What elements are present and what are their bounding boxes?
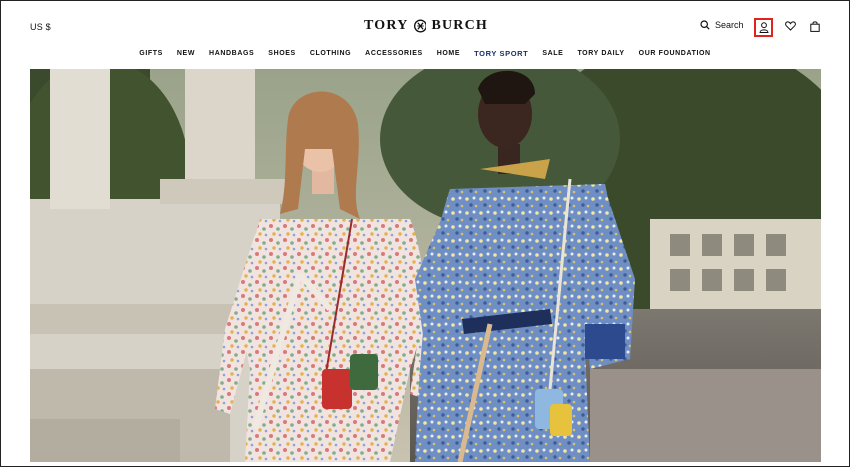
- nav-handbags[interactable]: HANDBAGS: [202, 48, 261, 64]
- nav-gifts[interactable]: GIFTS: [132, 48, 170, 64]
- tory-burch-logo-icon: [413, 19, 427, 33]
- nav-tory-sport[interactable]: TORY SPORT: [467, 48, 535, 64]
- nav-sale[interactable]: SALE: [535, 48, 570, 64]
- shopping-bag-icon: [810, 20, 820, 32]
- user-icon: [758, 22, 769, 33]
- wishlist-button[interactable]: [781, 17, 799, 35]
- nav-clothing[interactable]: CLOTHING: [303, 48, 358, 64]
- search-button[interactable]: Search: [700, 20, 744, 30]
- nav-tory-daily[interactable]: TORY DAILY: [570, 48, 631, 64]
- hero-image: [30, 69, 821, 462]
- account-button[interactable]: [754, 18, 773, 37]
- search-icon: [700, 20, 710, 30]
- nav-our-foundation[interactable]: OUR FOUNDATION: [632, 48, 718, 64]
- brand-wordmark-right: BURCH: [431, 18, 488, 33]
- shopping-bag-button[interactable]: [806, 17, 824, 35]
- search-label: Search: [715, 20, 744, 30]
- nav-home[interactable]: HOME: [430, 48, 467, 64]
- brand-logo[interactable]: TORY BURCH: [364, 14, 488, 38]
- site-header: US $ TORY BURCH Search: [0, 0, 850, 48]
- currency-selector[interactable]: US $: [30, 22, 51, 32]
- brand-wordmark-left: TORY: [364, 18, 409, 33]
- nav-accessories[interactable]: ACCESSORIES: [358, 48, 430, 64]
- nav-new[interactable]: NEW: [170, 48, 202, 64]
- heart-icon: [784, 21, 796, 31]
- main-navigation: GIFTS NEW HANDBAGS SHOES CLOTHING ACCESS…: [0, 48, 850, 64]
- hero-banner[interactable]: [30, 69, 821, 462]
- nav-shoes[interactable]: SHOES: [261, 48, 303, 64]
